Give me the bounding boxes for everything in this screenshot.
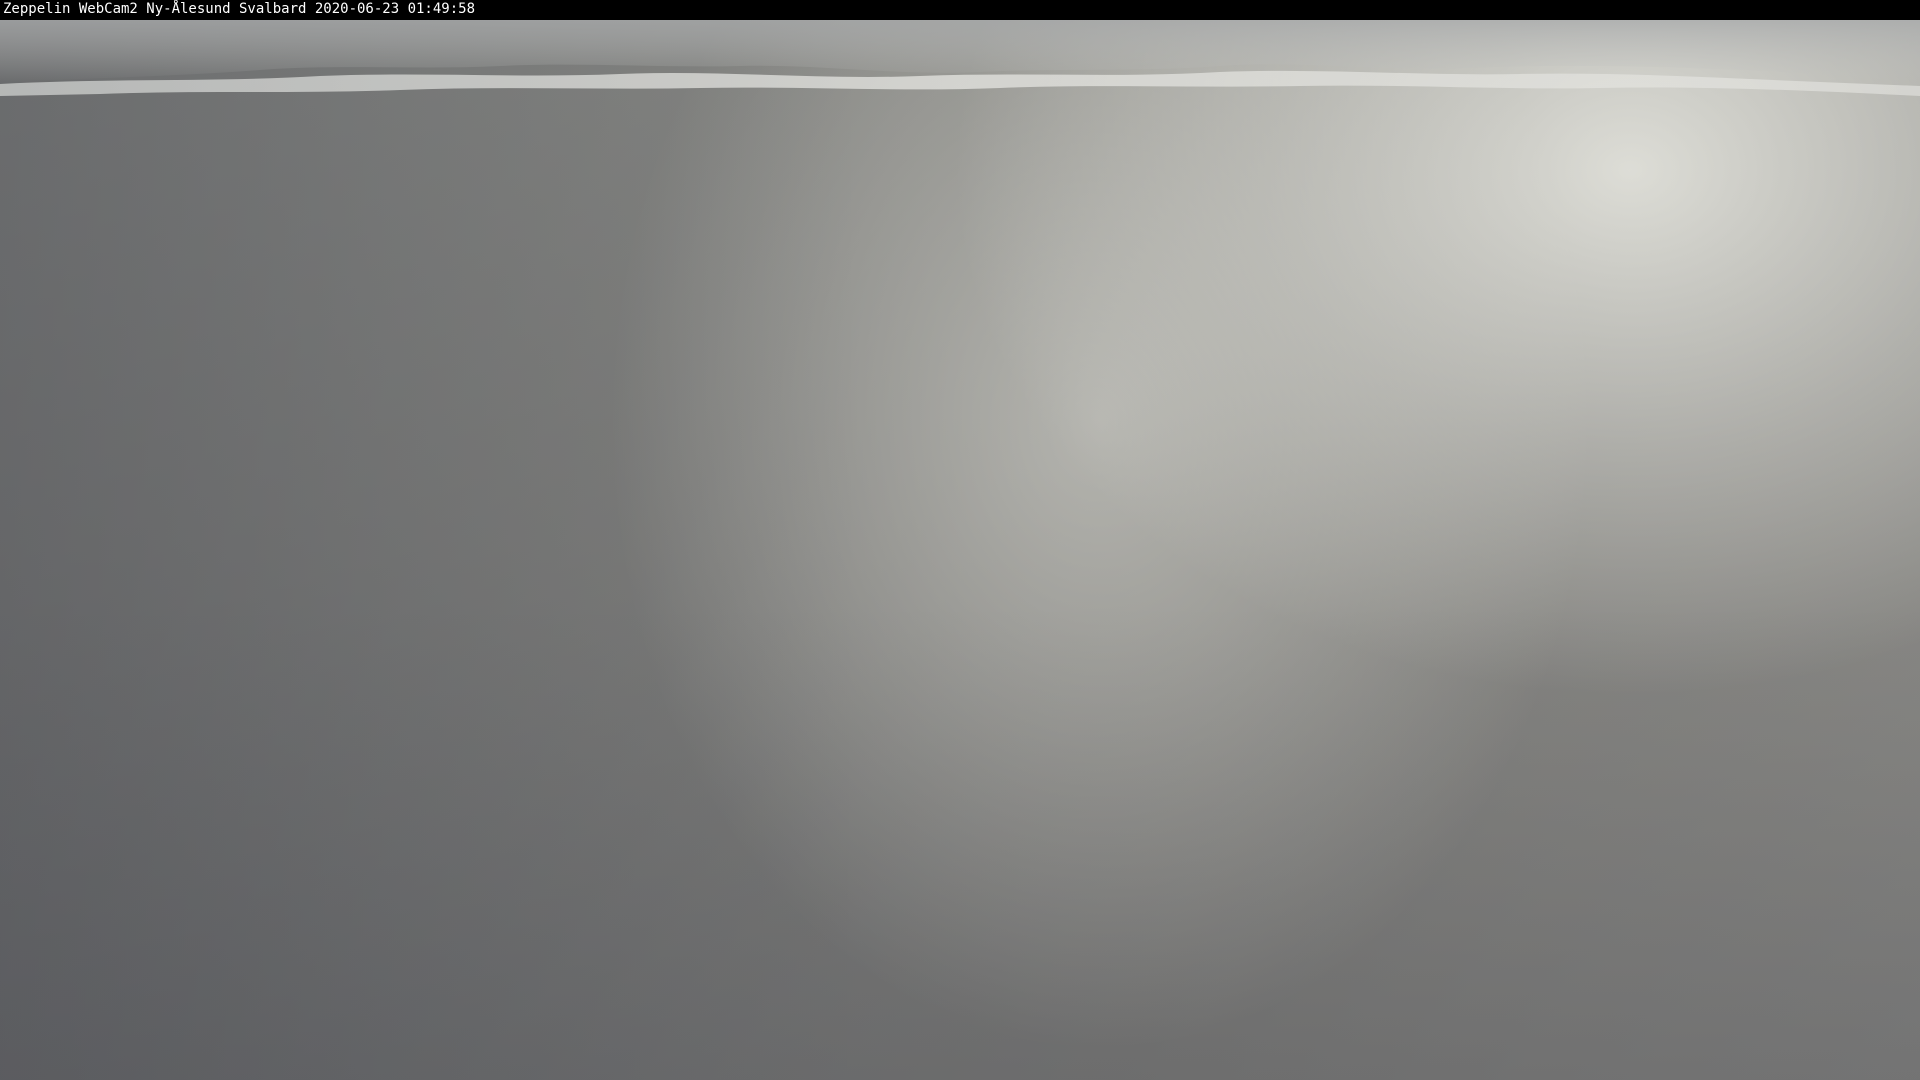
webcam-frame: Zeppelin WebCam2 Ny-Ålesund Svalbard 202… [0, 0, 1920, 1080]
distant-ridge-silhouette [0, 20, 1920, 96]
caption-bar: Zeppelin WebCam2 Ny-Ålesund Svalbard 202… [0, 0, 1920, 20]
webcam-caption: Zeppelin WebCam2 Ny-Ålesund Svalbard 202… [3, 1, 476, 17]
ridge-shadow [0, 20, 1920, 82]
fog-shading [0, 20, 1920, 1080]
snow-line [0, 70, 1920, 96]
